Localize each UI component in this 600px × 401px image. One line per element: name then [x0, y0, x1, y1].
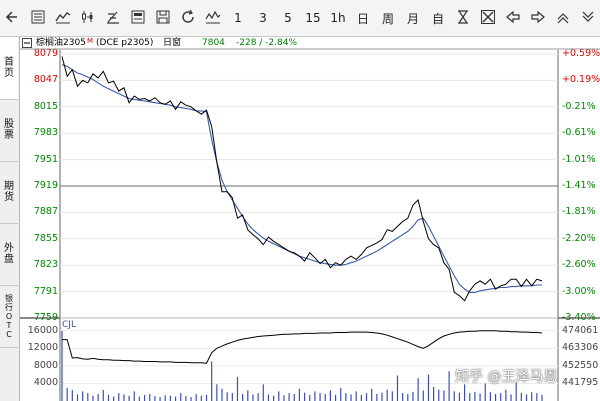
- price-chart[interactable]: [0, 0, 600, 401]
- price-line: [61, 56, 543, 302]
- watermark: 知乎 @王泽马恩: [455, 369, 558, 385]
- open-interest-line: [62, 330, 543, 364]
- volume-label: CJL: [62, 320, 76, 330]
